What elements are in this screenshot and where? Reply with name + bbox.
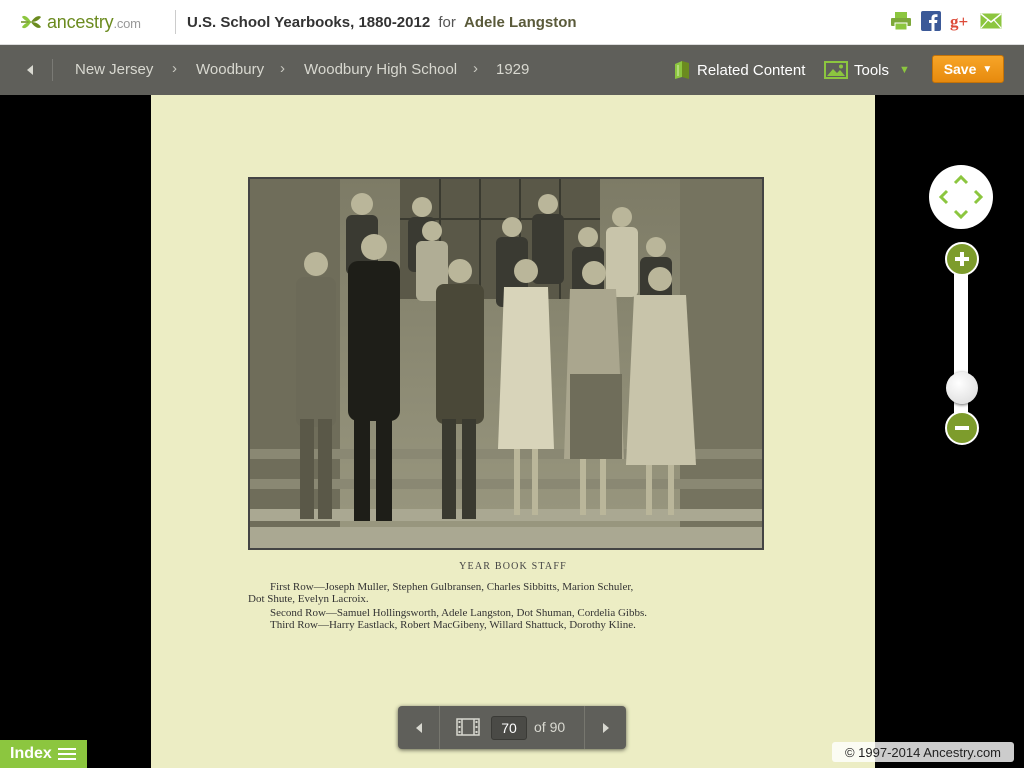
header-divider bbox=[175, 10, 176, 34]
person-name[interactable]: Adele Langston bbox=[464, 14, 577, 31]
caret-down-icon: ▼ bbox=[899, 64, 910, 76]
breadcrumb-bar: New Jersey › Woodbury › Woodbury High Sc… bbox=[0, 45, 1024, 95]
hamburger-menu-icon bbox=[57, 748, 76, 760]
index-label: Index bbox=[10, 745, 52, 762]
books-icon bbox=[675, 61, 689, 79]
chevron-right-icon: › bbox=[172, 60, 177, 77]
copyright-notice: © 1997-2014 Ancestry.com bbox=[832, 742, 1014, 762]
caption-title: YEAR BOOK STAFF bbox=[459, 561, 567, 572]
collection-title[interactable]: U.S. School Yearbooks, 1880-2012 bbox=[187, 14, 430, 31]
related-content-label: Related Content bbox=[697, 61, 806, 79]
back-button[interactable] bbox=[18, 60, 42, 80]
zoom-out-button[interactable] bbox=[945, 411, 979, 445]
caret-left-icon bbox=[27, 65, 33, 75]
caption-line-third-row: Third Row—Harry Eastlack, Robert MacGibe… bbox=[270, 619, 636, 631]
breadcrumb-item-city[interactable]: Woodbury bbox=[196, 61, 264, 78]
google-plus-icon: g+ bbox=[950, 12, 968, 31]
save-button[interactable]: Save ▼ bbox=[932, 55, 1004, 83]
previous-page-button[interactable] bbox=[398, 706, 440, 749]
page-number-input[interactable] bbox=[491, 716, 527, 740]
yearbook-staff-photo bbox=[248, 177, 764, 550]
group-photo-image bbox=[250, 179, 762, 548]
page-title: U.S. School Yearbooks, 1880-2012 for Ade… bbox=[187, 14, 577, 31]
svg-text:g+: g+ bbox=[950, 12, 968, 31]
tools-menu-button[interactable]: Tools ▼ bbox=[824, 59, 910, 81]
caption-line-second-row: Second Row—Samuel Hollingsworth, Adele L… bbox=[270, 607, 648, 619]
facebook-share-button[interactable] bbox=[920, 10, 942, 32]
page-total-label: of 90 bbox=[534, 719, 566, 735]
caption-line-first-row: First Row—Joseph Muller, Stephen Gulbran… bbox=[270, 581, 634, 593]
next-page-button[interactable] bbox=[584, 706, 626, 749]
pan-arrows-icon bbox=[938, 174, 984, 220]
breadcrumb-divider bbox=[52, 59, 53, 81]
chevron-right-icon: › bbox=[280, 60, 285, 77]
yearbook-page[interactable]: YEAR BOOK STAFF First Row—Joseph Muller,… bbox=[151, 95, 875, 768]
email-share-button[interactable] bbox=[980, 10, 1002, 32]
caption-line-first-row-cont: Dot Shute, Evelyn Lacroix. bbox=[248, 593, 369, 605]
pan-control[interactable] bbox=[929, 165, 993, 229]
leaf-logo-icon bbox=[21, 15, 41, 29]
tools-label: Tools bbox=[854, 61, 890, 79]
print-icon bbox=[891, 12, 911, 31]
chevron-right-icon: › bbox=[473, 60, 478, 77]
for-text: for bbox=[438, 14, 456, 31]
image-viewer[interactable]: YEAR BOOK STAFF First Row—Joseph Muller,… bbox=[0, 95, 1024, 768]
zoom-slider-thumb[interactable] bbox=[946, 372, 978, 404]
index-button[interactable]: Index bbox=[0, 740, 87, 768]
breadcrumb-item-state[interactable]: New Jersey bbox=[75, 61, 153, 78]
page-navigator: of 90 bbox=[398, 706, 626, 749]
print-button[interactable] bbox=[890, 10, 912, 32]
filmstrip-icon[interactable] bbox=[456, 718, 480, 736]
top-header: ancestry.com U.S. School Yearbooks, 1880… bbox=[0, 0, 1024, 45]
logo-text: ancestry bbox=[47, 11, 114, 32]
minus-icon bbox=[955, 426, 969, 430]
image-icon bbox=[824, 61, 848, 79]
breadcrumb-item-school[interactable]: Woodbury High School bbox=[304, 61, 457, 78]
caret-right-icon bbox=[602, 722, 609, 733]
zoom-in-button[interactable] bbox=[945, 242, 979, 276]
caret-down-icon: ▼ bbox=[982, 63, 993, 75]
google-plus-share-button[interactable]: g+ bbox=[950, 10, 972, 32]
email-icon bbox=[980, 13, 1002, 29]
ancestry-logo[interactable]: ancestry.com bbox=[18, 9, 141, 35]
logo-suffix: .com bbox=[113, 15, 141, 31]
facebook-icon bbox=[921, 11, 941, 31]
related-content-button[interactable]: Related Content bbox=[673, 59, 805, 81]
caret-left-icon bbox=[415, 722, 422, 733]
save-label: Save bbox=[943, 61, 977, 77]
plus-icon bbox=[955, 252, 969, 266]
breadcrumb-item-year[interactable]: 1929 bbox=[496, 61, 529, 78]
